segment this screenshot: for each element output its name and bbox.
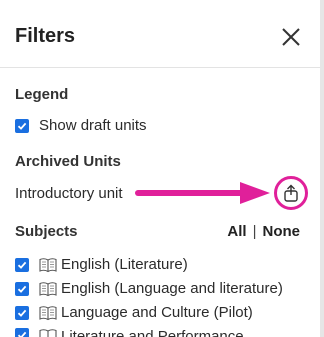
- book-icon: [39, 328, 57, 337]
- subject-item[interactable]: English (Literature): [15, 256, 188, 273]
- subject-checkbox[interactable]: [15, 281, 29, 296]
- show-draft-units-checkbox[interactable]: [15, 118, 29, 133]
- filters-header: Filters: [0, 0, 320, 68]
- book-icon: [39, 281, 57, 297]
- check-icon: [17, 285, 27, 293]
- close-button[interactable]: [280, 26, 302, 48]
- show-draft-units-row[interactable]: Show draft units: [15, 117, 147, 134]
- annotation-arrow: [135, 182, 270, 204]
- subject-label: English (Literature): [61, 256, 188, 273]
- panel-title: Filters: [15, 25, 76, 47]
- archived-units-title: Archived Units: [15, 153, 121, 170]
- subject-label: English (Language and literature): [61, 280, 283, 297]
- subject-checkbox[interactable]: [15, 305, 29, 320]
- close-icon: [282, 28, 300, 46]
- select-all-link[interactable]: All: [227, 223, 246, 240]
- show-draft-units-label: Show draft units: [39, 117, 147, 134]
- select-none-link[interactable]: None: [263, 223, 301, 240]
- check-icon: [17, 122, 27, 130]
- subject-item[interactable]: Language and Culture (Pilot): [15, 304, 253, 321]
- subject-checkbox[interactable]: [15, 328, 29, 337]
- book-icon: [39, 305, 57, 321]
- select-all-none: All | None: [227, 223, 300, 240]
- subject-label: Literature and Performance: [61, 328, 244, 337]
- subject-checkbox[interactable]: [15, 257, 29, 272]
- subject-item[interactable]: Literature and Performance: [15, 328, 244, 337]
- archived-unit-label: Introductory unit: [15, 185, 123, 202]
- unarchive-button[interactable]: [274, 176, 308, 210]
- all-none-separator: |: [252, 223, 257, 240]
- check-icon: [17, 331, 27, 337]
- unarchive-icon: [284, 184, 298, 202]
- check-icon: [17, 261, 27, 269]
- subject-item[interactable]: English (Language and literature): [15, 280, 283, 297]
- book-icon: [39, 257, 57, 273]
- check-icon: [17, 309, 27, 317]
- filters-panel: Filters Legend Show draft units Archived…: [0, 0, 320, 337]
- subjects-title: Subjects: [15, 223, 78, 240]
- archived-unit-row: Introductory unit: [15, 185, 123, 202]
- panel-edge: [320, 0, 324, 337]
- subject-label: Language and Culture (Pilot): [61, 304, 253, 321]
- legend-title: Legend: [15, 86, 69, 103]
